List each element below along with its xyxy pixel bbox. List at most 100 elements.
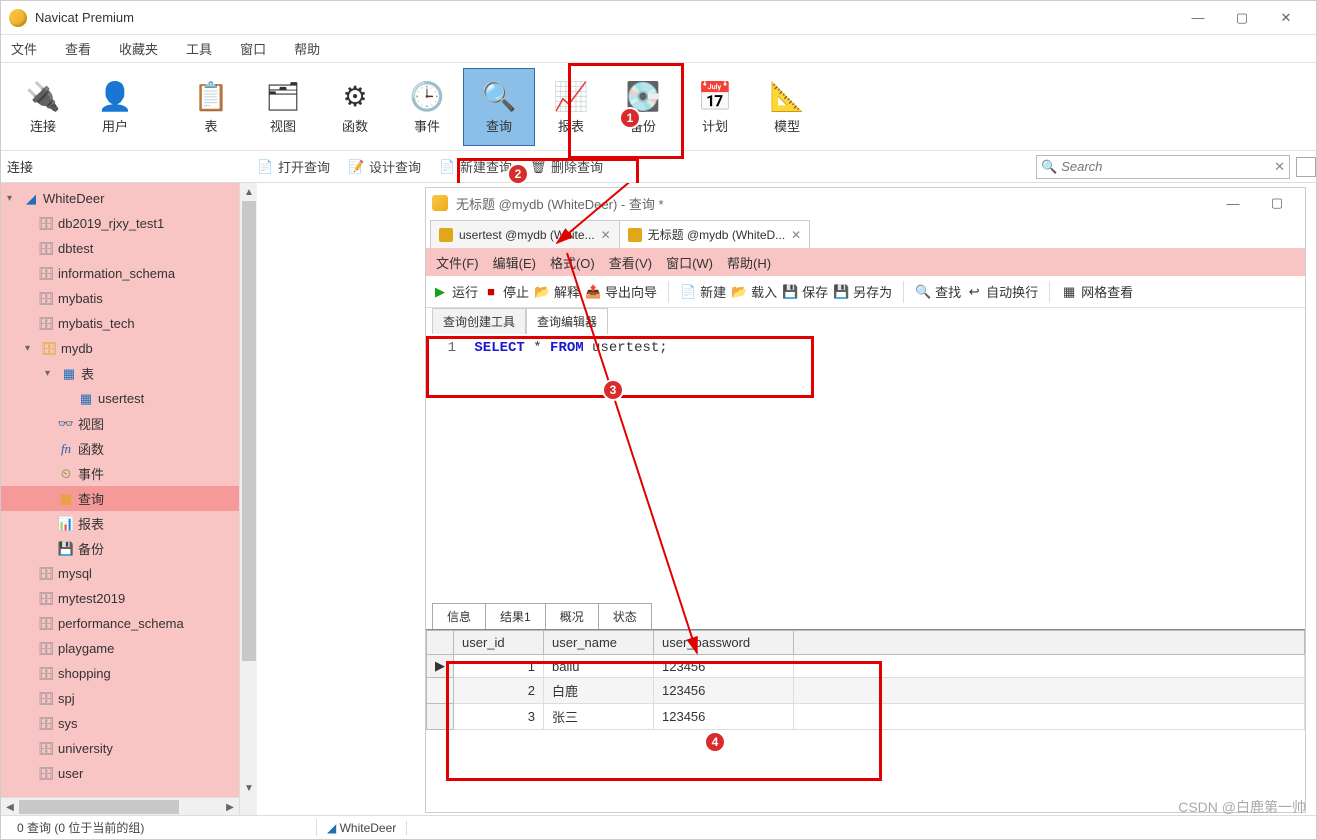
- query-menu-help[interactable]: 帮助(H): [727, 253, 771, 272]
- tree-views[interactable]: 👓视图: [1, 411, 257, 436]
- scroll-down-icon[interactable]: ▼: [240, 779, 257, 797]
- table-row[interactable]: ▶1bailu123456: [427, 655, 1305, 678]
- query-menu-edit[interactable]: 编辑(E): [493, 253, 536, 272]
- stop-button[interactable]: ■停止: [483, 282, 529, 301]
- tree-db[interactable]: 🗄dbtest: [1, 236, 257, 261]
- wrap-button[interactable]: ↩自动换行: [966, 282, 1038, 301]
- ribbon-user[interactable]: 👤用户: [79, 68, 151, 146]
- result-tab-profile[interactable]: 概况: [545, 603, 599, 629]
- tree-queries[interactable]: ▦查询: [1, 486, 257, 511]
- result-tab-result1[interactable]: 结果1: [485, 603, 546, 629]
- query-minimize-button[interactable]: —: [1211, 189, 1255, 217]
- tree-db[interactable]: 🗄sys: [1, 711, 257, 736]
- column-header[interactable]: user_id: [454, 631, 544, 655]
- ribbon-report[interactable]: 📈报表: [535, 68, 607, 146]
- scroll-up-icon[interactable]: ▲: [240, 183, 257, 201]
- tree-db[interactable]: 🗄db2019_rjxy_test1: [1, 211, 257, 236]
- scrollbar-thumb[interactable]: [242, 201, 256, 661]
- query-editor-tab[interactable]: 查询编辑器: [526, 308, 608, 334]
- tree-db[interactable]: 🗄mysql: [1, 561, 257, 586]
- load-button[interactable]: 📂载入: [731, 282, 777, 301]
- ribbon-event[interactable]: 🕒事件: [391, 68, 463, 146]
- result-tab-info[interactable]: 信息: [432, 603, 486, 629]
- delete-query-button[interactable]: 🗑删除查询: [530, 157, 603, 176]
- clear-search-icon[interactable]: ✕: [1274, 159, 1285, 175]
- menu-tools[interactable]: 工具: [186, 39, 212, 58]
- tree-table-usertest[interactable]: ▦usertest: [1, 386, 257, 411]
- ribbon-table[interactable]: 📋表: [175, 68, 247, 146]
- scrollbar-thumb[interactable]: [19, 800, 179, 814]
- scroll-left-icon[interactable]: ◀: [1, 798, 19, 815]
- save-button[interactable]: 💾保存: [782, 282, 828, 301]
- ribbon-connection[interactable]: 🔌连接: [7, 68, 79, 146]
- sidebar-vertical-scrollbar[interactable]: ▲ ▼: [239, 183, 257, 815]
- new-query-button[interactable]: 📄新建查询: [439, 157, 512, 176]
- scroll-right-icon[interactable]: ▶: [221, 798, 239, 815]
- query-tab[interactable]: usertest @mydb (White...✕: [430, 220, 620, 248]
- close-tab-icon[interactable]: ✕: [601, 228, 611, 242]
- tree-db[interactable]: 🗄spj: [1, 686, 257, 711]
- tree-db[interactable]: 🗄user: [1, 761, 257, 786]
- grid-view-icon[interactable]: [1296, 157, 1316, 177]
- tree-db[interactable]: 🗄university: [1, 736, 257, 761]
- window-minimize-button[interactable]: —: [1176, 4, 1220, 32]
- ribbon-backup[interactable]: 💽备份: [607, 68, 679, 146]
- close-tab-icon[interactable]: ✕: [791, 228, 801, 242]
- table-row[interactable]: 2白鹿123456: [427, 678, 1305, 704]
- ribbon-view[interactable]: 🗂视图: [247, 68, 319, 146]
- tree-db[interactable]: 🗄information_schema: [1, 261, 257, 286]
- menu-file[interactable]: 文件: [11, 39, 37, 58]
- ribbon-function[interactable]: ⚙函数: [319, 68, 391, 146]
- result-grid[interactable]: user_id user_name user_password ▶1bailu1…: [426, 630, 1305, 812]
- tree-db[interactable]: 🗄shopping: [1, 661, 257, 686]
- tree-tables[interactable]: ▾▦表: [1, 361, 257, 386]
- query-maximize-button[interactable]: ▢: [1255, 189, 1299, 217]
- menu-help[interactable]: 帮助: [294, 39, 320, 58]
- tree-connection[interactable]: ▾◢WhiteDeer: [1, 186, 257, 211]
- open-query-button[interactable]: 📄打开查询: [257, 157, 330, 176]
- tree-db[interactable]: 🗄playgame: [1, 636, 257, 661]
- query-tab[interactable]: 无标题 @mydb (WhiteD...✕: [619, 220, 811, 248]
- tree-db[interactable]: 🗄mybatis_tech: [1, 311, 257, 336]
- sql-editor[interactable]: 1 SELECT * FROM usertest;: [426, 334, 1305, 604]
- ribbon-query[interactable]: 🔍查询: [463, 68, 535, 146]
- tree-functions[interactable]: fn函数: [1, 436, 257, 461]
- search-input[interactable]: [1061, 159, 1270, 174]
- tree-db-mydb[interactable]: ▾🗄mydb: [1, 336, 257, 361]
- new-button[interactable]: 📄新建: [680, 282, 726, 301]
- window-maximize-button[interactable]: ▢: [1220, 4, 1264, 32]
- tree-db[interactable]: 🗄mytest2019: [1, 586, 257, 611]
- find-button[interactable]: 🔍查找: [915, 282, 961, 301]
- query-builder-tab[interactable]: 查询创建工具: [432, 308, 526, 334]
- ribbon-model[interactable]: 📐模型: [751, 68, 823, 146]
- search-box[interactable]: 🔍 ✕: [1036, 155, 1290, 179]
- run-button[interactable]: ▶运行: [432, 282, 478, 301]
- query-menu-format[interactable]: 格式(O): [550, 253, 595, 272]
- tree-reports[interactable]: 📊报表: [1, 511, 257, 536]
- grid-view-button[interactable]: ▦网格查看: [1061, 282, 1133, 301]
- tree-events[interactable]: ⏲事件: [1, 461, 257, 486]
- column-header[interactable]: user_name: [544, 631, 654, 655]
- tree-db[interactable]: 🗄performance_schema: [1, 611, 257, 636]
- query-menu-file[interactable]: 文件(F): [436, 253, 479, 272]
- design-query-button[interactable]: 📝设计查询: [348, 157, 421, 176]
- window-close-button[interactable]: ✕: [1264, 4, 1308, 32]
- ribbon-toolbar: 🔌连接 👤用户 📋表 🗂视图 ⚙函数 🕒事件 🔍查询 📈报表 💽备份 📅计划 📐…: [1, 63, 1316, 151]
- column-header[interactable]: user_password: [654, 631, 794, 655]
- tree-backup[interactable]: 💾备份: [1, 536, 257, 561]
- menu-window[interactable]: 窗口: [240, 39, 266, 58]
- result-tab-status[interactable]: 状态: [598, 603, 652, 629]
- query-menu-view[interactable]: 查看(V): [609, 253, 652, 272]
- table-row[interactable]: 3张三123456: [427, 704, 1305, 730]
- tree-db[interactable]: 🗄mybatis: [1, 286, 257, 311]
- design-icon: 📝: [348, 159, 364, 175]
- save-as-button[interactable]: 💾另存为: [833, 282, 892, 301]
- menu-view[interactable]: 查看: [65, 39, 91, 58]
- menu-favorites[interactable]: 收藏夹: [119, 39, 158, 58]
- export-wizard-button[interactable]: 📤导出向导: [585, 282, 657, 301]
- query-icon: 🔍: [481, 78, 517, 114]
- explain-button[interactable]: 📂解释: [534, 282, 580, 301]
- query-menu-window[interactable]: 窗口(W): [666, 253, 713, 272]
- sidebar-horizontal-scrollbar[interactable]: ◀ ▶: [1, 797, 239, 815]
- ribbon-schedule[interactable]: 📅计划: [679, 68, 751, 146]
